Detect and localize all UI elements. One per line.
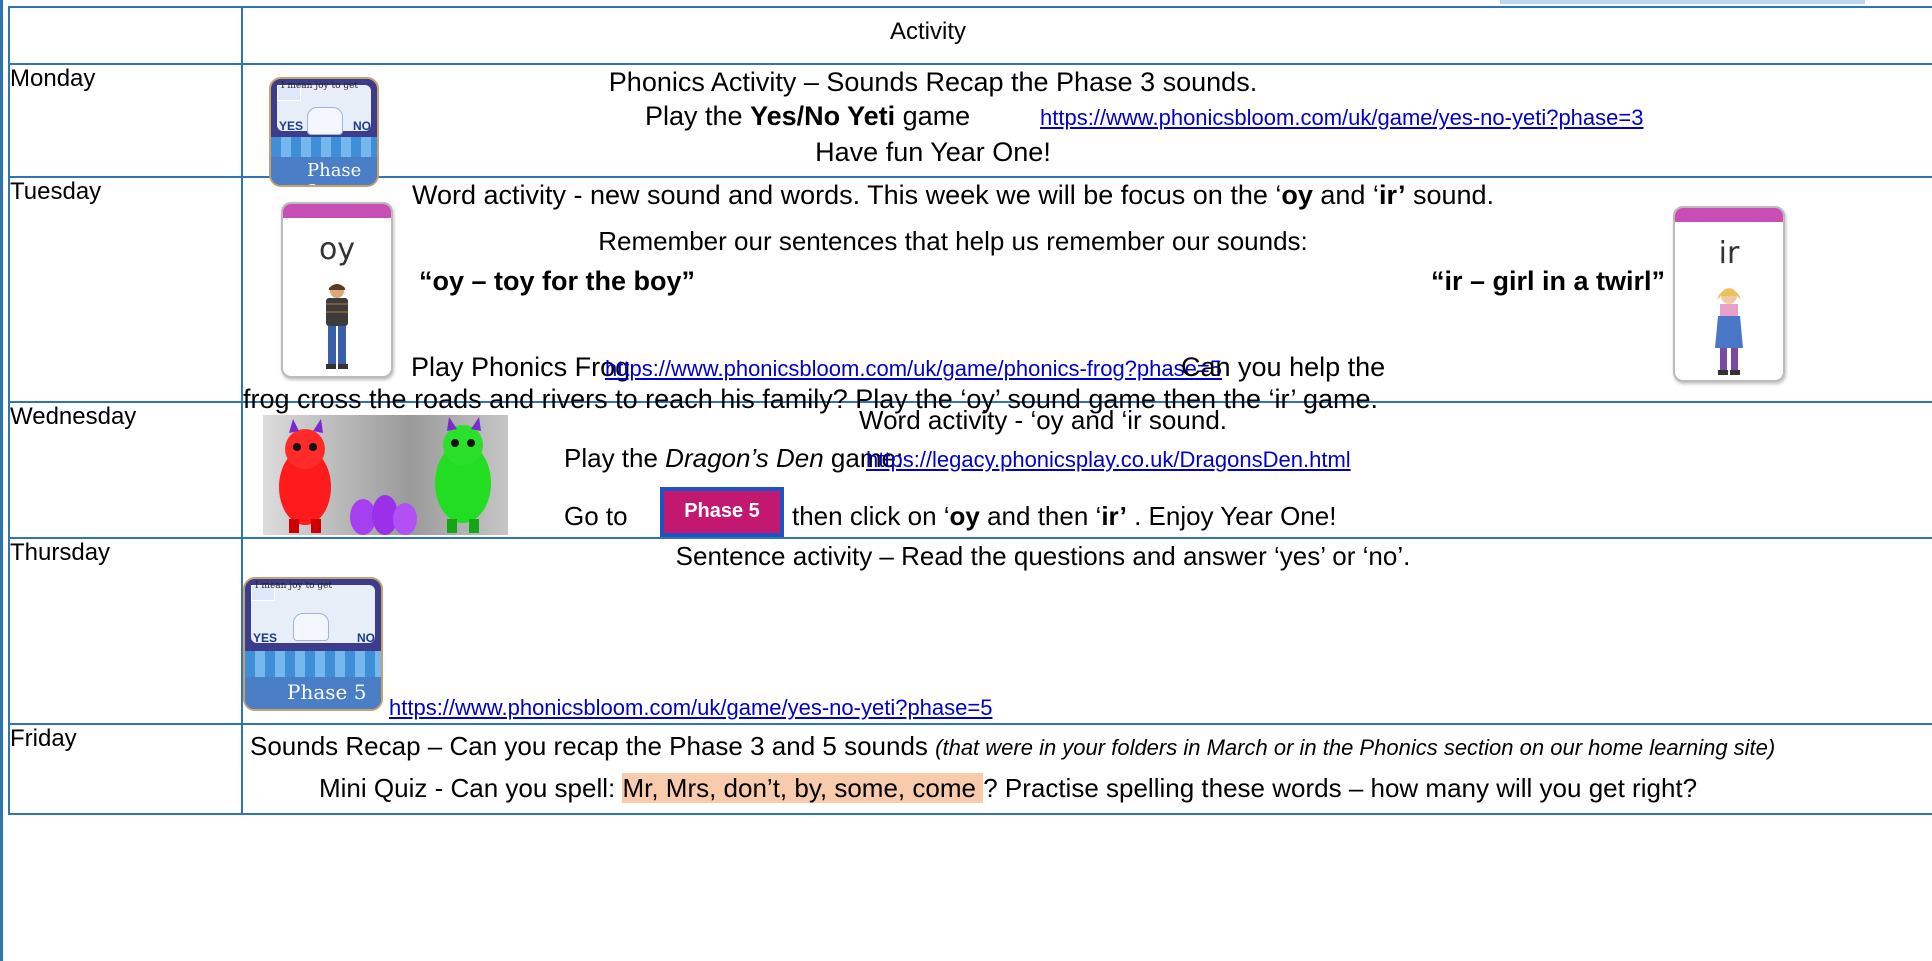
friday-quiz: Mini Quiz - Can you spell: Mr, Mrs, don’… bbox=[319, 773, 1698, 803]
thursday-title: Sentence activity – Read the questions a… bbox=[675, 541, 1411, 571]
wednesday-then-line: then click on ‘oy and then ‘ir’ . Enjoy … bbox=[792, 501, 1337, 531]
quiz-words-highlight: Mr, Mrs, don’t, by, some, come bbox=[622, 773, 984, 803]
wednesday-play-line: Play the Dragon’s Den game: bbox=[564, 443, 904, 473]
header-activity-label: Activity bbox=[889, 18, 966, 45]
day-label-thursday: Thursday bbox=[8, 537, 243, 725]
friday-recap: Sounds Recap – Can you recap the Phase 3… bbox=[250, 731, 1776, 761]
header-day-cell bbox=[8, 6, 243, 65]
yes-no-yeti-phase5-link[interactable]: https://www.phonicsbloom.com/uk/game/yes… bbox=[389, 695, 992, 721]
ir-sound-card: ir bbox=[1673, 206, 1785, 382]
row-wednesday: Wednesday Word activity - ‘oy and ‘ir so… bbox=[8, 401, 1932, 539]
page-left-border bbox=[0, 0, 3, 961]
row-thursday: Thursday Sentence activity – Read the qu… bbox=[8, 537, 1932, 725]
day-label-friday: Friday bbox=[8, 723, 243, 815]
day-label-monday: Monday bbox=[8, 63, 243, 178]
monday-title: Phonics Activity – Sounds Recap the Phas… bbox=[608, 67, 1258, 97]
row-monday: Monday I mean joy to get YES NO Phase 3 … bbox=[8, 63, 1932, 187]
yes-no-yeti-phase5-icon[interactable]: I mean joy to get YES NO Phase 5 bbox=[243, 577, 383, 711]
header-activity-cell: Activity bbox=[241, 6, 1932, 65]
wednesday-title: Word activity - ‘oy and ‘ir sound. bbox=[859, 405, 1227, 435]
activity-friday: Sounds Recap – Can you recap the Phase 3… bbox=[241, 723, 1932, 815]
day-label-wednesday: Wednesday bbox=[8, 401, 243, 539]
activity-wednesday: Word activity - ‘oy and ‘ir sound. Play … bbox=[241, 401, 1932, 539]
header-row: Activity bbox=[8, 6, 1932, 65]
phonics-frog-link[interactable]: https://www.phonicsbloom.com/uk/game/pho… bbox=[605, 356, 1222, 382]
day-label-tuesday: Tuesday bbox=[8, 176, 243, 403]
sentence-oy: “oy – toy for the boy” bbox=[419, 266, 696, 296]
tuesday-remember: Remember our sentences that help us reme… bbox=[598, 226, 1308, 256]
activity-tuesday: Word activity - new sound and words. Thi… bbox=[241, 176, 1932, 414]
monday-closing: Have fun Year One! bbox=[815, 137, 1051, 167]
dragons-den-link[interactable]: https://legacy.phonicsplay.co.uk/Dragons… bbox=[866, 447, 1351, 473]
activity-thursday: Sentence activity – Read the questions a… bbox=[241, 537, 1932, 725]
wednesday-goto: Go to bbox=[564, 501, 628, 531]
phase-5-button[interactable]: Phase 5 bbox=[660, 487, 784, 537]
girl-figure-icon bbox=[1715, 288, 1743, 375]
monday-yes-no-yeti-link[interactable]: https://www.phonicsbloom.com/uk/game/yes… bbox=[1040, 105, 1643, 131]
tuesday-intro: Word activity - new sound and words. Thi… bbox=[411, 180, 1495, 210]
tuesday-frog-prefix: Play Phonics Frog bbox=[411, 352, 631, 382]
boy-figure-icon bbox=[326, 284, 348, 369]
row-friday: Friday Sounds Recap – Can you recap the … bbox=[8, 723, 1932, 815]
activity-monday: I mean joy to get YES NO Phase 3 Phonics… bbox=[241, 63, 1932, 187]
top-tab-strip bbox=[1500, 0, 1865, 4]
row-tuesday: Tuesday Word activity - new sound and wo… bbox=[8, 176, 1932, 414]
activity-table: Activity Monday I mean joy to get YES NO… bbox=[8, 6, 1932, 815]
sentence-ir: “ir – girl in a twirl” bbox=[1431, 266, 1666, 296]
tuesday-frog-suffix: Can you help the bbox=[1181, 352, 1386, 382]
monday-play-line: Play the Yes/No Yeti game bbox=[645, 101, 971, 131]
